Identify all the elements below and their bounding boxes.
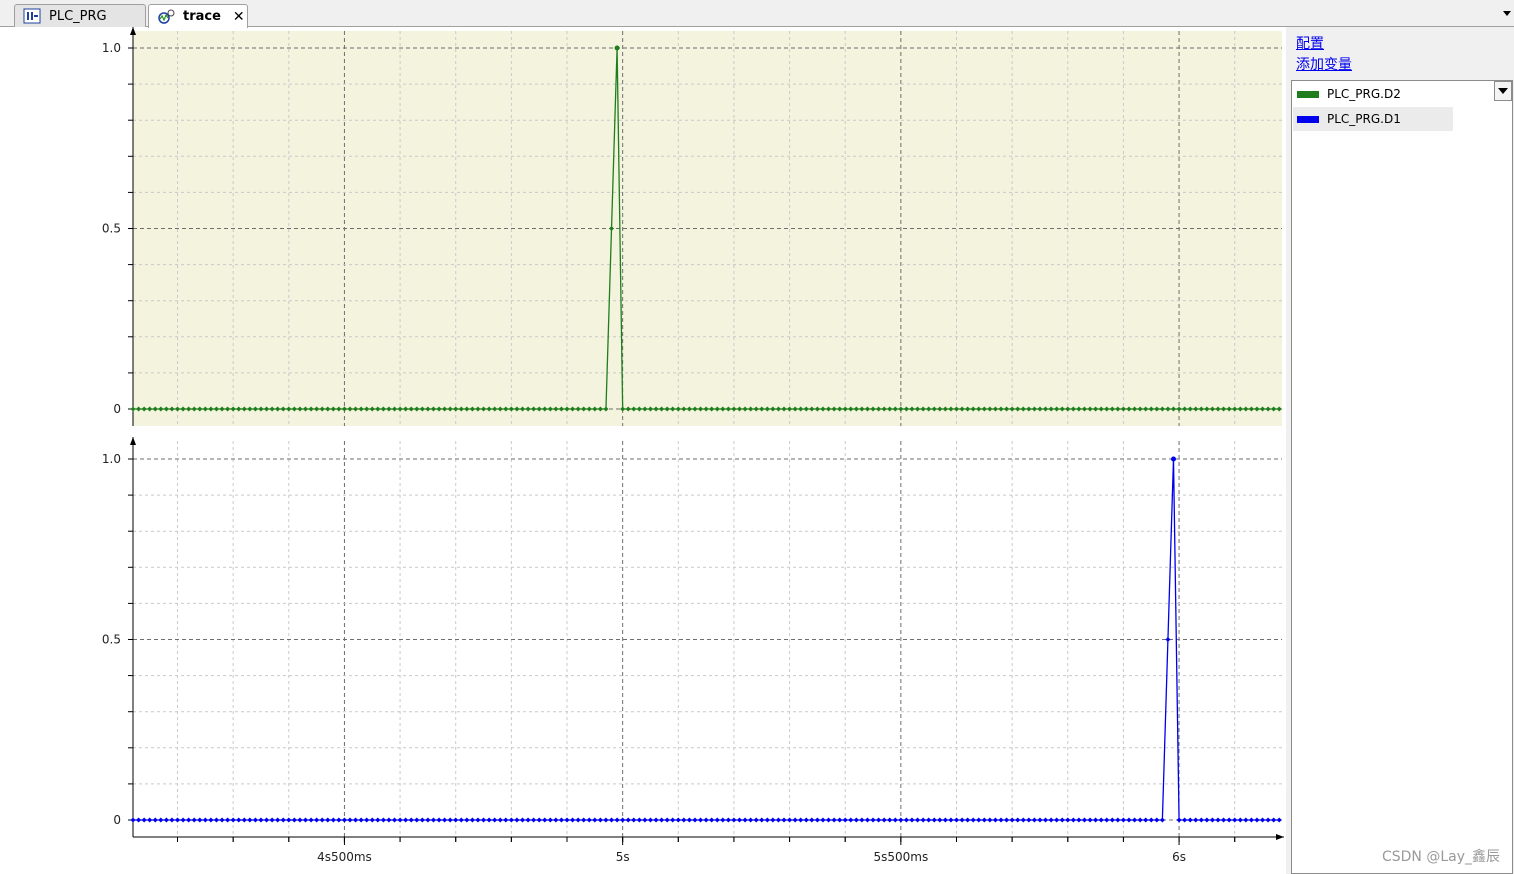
config-link[interactable]: 配置 — [1296, 33, 1324, 53]
tab-plc-prg-label: PLC_PRG — [49, 8, 107, 24]
variable-label: PLC_PRG.D2 — [1327, 87, 1401, 101]
close-icon[interactable]: ✕ — [233, 9, 245, 25]
editor-tab-bar: PLC_PRG trace ✕ — [0, 0, 1514, 28]
y-tick-label: 0.5 — [102, 633, 121, 647]
x-tick-label: 4s500ms — [317, 850, 372, 864]
x-tick-label: 6s — [1172, 850, 1186, 864]
tab-list-dropdown-icon[interactable] — [1502, 8, 1512, 18]
add-variable-link[interactable]: 添加变量 — [1296, 54, 1352, 74]
peak-marker — [1170, 456, 1176, 462]
program-icon — [23, 8, 41, 24]
y-tick-label: 1.0 — [102, 452, 121, 466]
tab-trace[interactable]: trace ✕ — [148, 4, 248, 28]
trace-icon — [158, 9, 175, 24]
y-tick-label: 1.0 — [102, 41, 121, 55]
variable-list: PLC_PRG.D2 PLC_PRG.D1 — [1291, 80, 1513, 874]
peak-marker — [614, 45, 620, 51]
watermark: CSDN @Lay_鑫辰 — [1381, 849, 1500, 865]
tab-plc-prg[interactable]: PLC_PRG — [14, 4, 146, 27]
y-tick-label: 0 — [113, 402, 121, 416]
series-color-swatch — [1297, 115, 1319, 123]
chevron-down-icon — [1498, 88, 1508, 94]
variable-item-d2[interactable]: PLC_PRG.D2 — [1293, 82, 1453, 106]
x-tick-label: 5s — [616, 850, 630, 864]
x-tick-label: 5s500ms — [873, 850, 928, 864]
series-color-swatch — [1297, 90, 1319, 98]
y-tick-label: 0.5 — [102, 222, 121, 236]
y-tick-label: 0 — [113, 813, 121, 827]
trace-side-panel: 配置 添加变量 PLC_PRG.D2 PLC_PRG.D1 — [1286, 27, 1514, 874]
tab-trace-label: trace — [183, 9, 221, 24]
variable-list-dropdown[interactable] — [1494, 81, 1512, 101]
trace-chart[interactable]: 0 0.5 1.0 0 0.5 1.0 4s500ms 5s 5s500ms 6s — [0, 27, 1286, 874]
variable-item-d1[interactable]: PLC_PRG.D1 — [1293, 107, 1453, 131]
variable-label: PLC_PRG.D1 — [1327, 112, 1401, 126]
